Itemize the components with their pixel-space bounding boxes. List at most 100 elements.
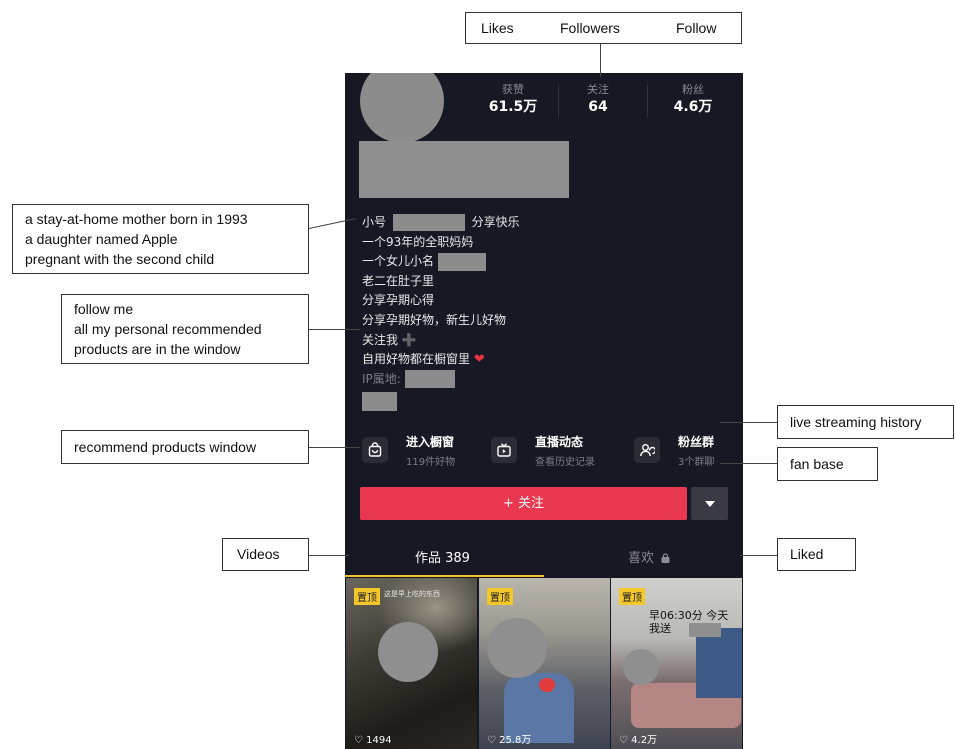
leader-line <box>720 463 777 464</box>
bio-line: 一个女儿小名 <box>362 252 722 272</box>
plus-icon: ➕ <box>401 332 417 347</box>
video-thumbnail[interactable]: 置顶 早06:30分 今天我送 ♡ 4.2万 <box>611 578 742 749</box>
shortcut-title: 进入橱窗 <box>406 435 455 449</box>
annotation-videos: Videos <box>222 538 309 571</box>
redacted-text <box>437 252 486 271</box>
stat-following[interactable]: 关注 64 <box>568 83 628 117</box>
tab-works[interactable]: 作品 389 <box>415 547 470 566</box>
annotation-bio: a stay-at-home mother born in 1993 a dau… <box>12 204 309 274</box>
leader-line <box>720 422 777 423</box>
annotation-text: a stay-at-home mother born in 1993 <box>25 211 248 227</box>
stat-divider <box>647 85 648 117</box>
video-thumbnail[interactable]: 置顶 这是早上吃的东西 ♡ 1494 <box>346 578 477 749</box>
lock-icon <box>661 553 670 563</box>
annotation-text: live streaming history <box>790 414 922 430</box>
shopping-bag-icon <box>362 437 388 463</box>
annotation-text: follow me <box>74 301 134 317</box>
stat-divider <box>558 85 559 117</box>
annotation-text: fan base <box>790 456 844 472</box>
bio-text: 自用好物都在橱窗里 <box>362 352 471 367</box>
stat-likes[interactable]: 获赞 61.5万 <box>483 83 543 117</box>
annotation-text: recommend products window <box>74 439 257 455</box>
stat-fans[interactable]: 粉丝 4.6万 <box>663 83 723 117</box>
stat-following-value: 64 <box>588 99 608 115</box>
shortcut-subtitle: 119件好物 <box>406 457 456 468</box>
redacted-text <box>404 370 455 389</box>
redacted-text <box>689 623 721 637</box>
pinned-badge: 置顶 <box>354 588 380 605</box>
annotation-window: recommend products window <box>61 430 309 464</box>
annotation-fanbase: fan base <box>777 447 878 481</box>
group-icon <box>634 437 660 463</box>
bio-line: 小号 分享快乐 <box>362 213 722 233</box>
thumbnail-image <box>539 678 555 692</box>
ip-location: IP属地: <box>362 370 722 390</box>
pinned-badge: 置顶 <box>487 588 513 605</box>
tv-icon <box>491 437 517 463</box>
bio-line <box>362 389 722 412</box>
bio-line: 分享孕期好物，新生儿好物 <box>362 312 507 327</box>
fan-group-entry[interactable]: 粉丝群 3个群聊 <box>634 431 743 471</box>
live-history-entry[interactable]: 直播动态 查看历史记录 <box>491 431 621 471</box>
heart-outline-icon: ♡ <box>487 735 496 746</box>
tab-liked[interactable]: 喜欢 <box>628 547 670 566</box>
tab-liked-label: 喜欢 <box>628 551 655 566</box>
redacted-face <box>623 649 659 685</box>
bio-line: 自用好物都在橱窗里 ❤ <box>362 350 722 370</box>
video-likes: ♡ 4.2万 <box>619 731 657 746</box>
bio-text: 分享快乐 <box>471 215 520 229</box>
annotation-followers: Followers <box>560 20 620 36</box>
heart-outline-icon: ♡ <box>354 735 363 746</box>
annotation-follow-me: follow me all my personal recommended pr… <box>61 294 309 364</box>
annotation-live: live streaming history <box>777 405 954 439</box>
annotation-text: all my personal recommended <box>74 321 262 337</box>
annotation-text: a daughter named Apple <box>25 231 178 247</box>
stat-following-label: 关注 <box>587 83 609 96</box>
redacted-username <box>359 141 569 198</box>
leader-line <box>309 447 360 448</box>
video-caption: 这是早上吃的东西 <box>384 590 440 598</box>
stat-fans-label: 粉丝 <box>682 83 704 96</box>
stat-likes-label: 获赞 <box>502 83 524 96</box>
shortcut-subtitle: 查看历史记录 <box>535 457 595 468</box>
video-thumbnail[interactable]: 置顶 ♡ 25.8万 <box>479 578 610 749</box>
profile-screen: 获赞 61.5万 关注 64 粉丝 4.6万 小号 分享快乐 一个93年的全职妈… <box>345 73 743 749</box>
bio-text: 一个女儿小名 <box>362 254 435 269</box>
annotation-follow: Follow <box>676 20 717 36</box>
shortcut-subtitle: 3个群聊 <box>678 457 715 468</box>
annotation-text: Videos <box>237 546 280 562</box>
redacted-text <box>392 214 465 231</box>
leader-line <box>740 555 777 556</box>
annotation-text: Liked <box>790 546 824 562</box>
bio-text: 关注我 <box>362 332 399 347</box>
bio-line: 一个93年的全职妈妈 <box>362 234 474 249</box>
heart-icon: ❤ <box>473 352 485 368</box>
annotation-stats-header: Likes Followers Follow <box>465 12 742 44</box>
annotation-liked: Liked <box>777 538 856 571</box>
pinned-badge: 置顶 <box>619 588 645 605</box>
bio: 小号 分享快乐 一个93年的全职妈妈 一个女儿小名 老二在肚子里 分享孕期心得 … <box>362 213 722 412</box>
annotation-likes: Likes <box>481 20 514 36</box>
video-likes-count: 25.8万 <box>499 735 532 746</box>
redacted-tag <box>362 392 397 412</box>
video-likes-count: 4.2万 <box>631 735 658 746</box>
ip-label: IP属地: <box>362 371 401 386</box>
stat-fans-value: 4.6万 <box>673 99 713 115</box>
tab-indicator <box>345 575 544 577</box>
thumbnail-image <box>696 628 742 698</box>
redacted-face <box>378 622 438 682</box>
leader-line <box>600 44 601 77</box>
shop-window-entry[interactable]: 进入橱窗 119件好物 <box>362 431 492 471</box>
stat-likes-value: 61.5万 <box>488 99 538 115</box>
chevron-down-icon <box>704 500 715 507</box>
more-options-button[interactable] <box>691 487 728 520</box>
video-likes: ♡ 25.8万 <box>487 731 531 746</box>
follow-button[interactable]: + 关注 <box>360 487 687 520</box>
redacted-face <box>487 618 547 678</box>
bio-text: 小号 <box>362 215 387 229</box>
bio-line: 关注我 ➕ <box>362 331 722 351</box>
bio-line: 分享孕期心得 <box>362 293 435 308</box>
avatar[interactable] <box>360 73 444 143</box>
annotation-text: products are in the window <box>74 341 241 357</box>
shortcut-title: 直播动态 <box>535 435 584 449</box>
